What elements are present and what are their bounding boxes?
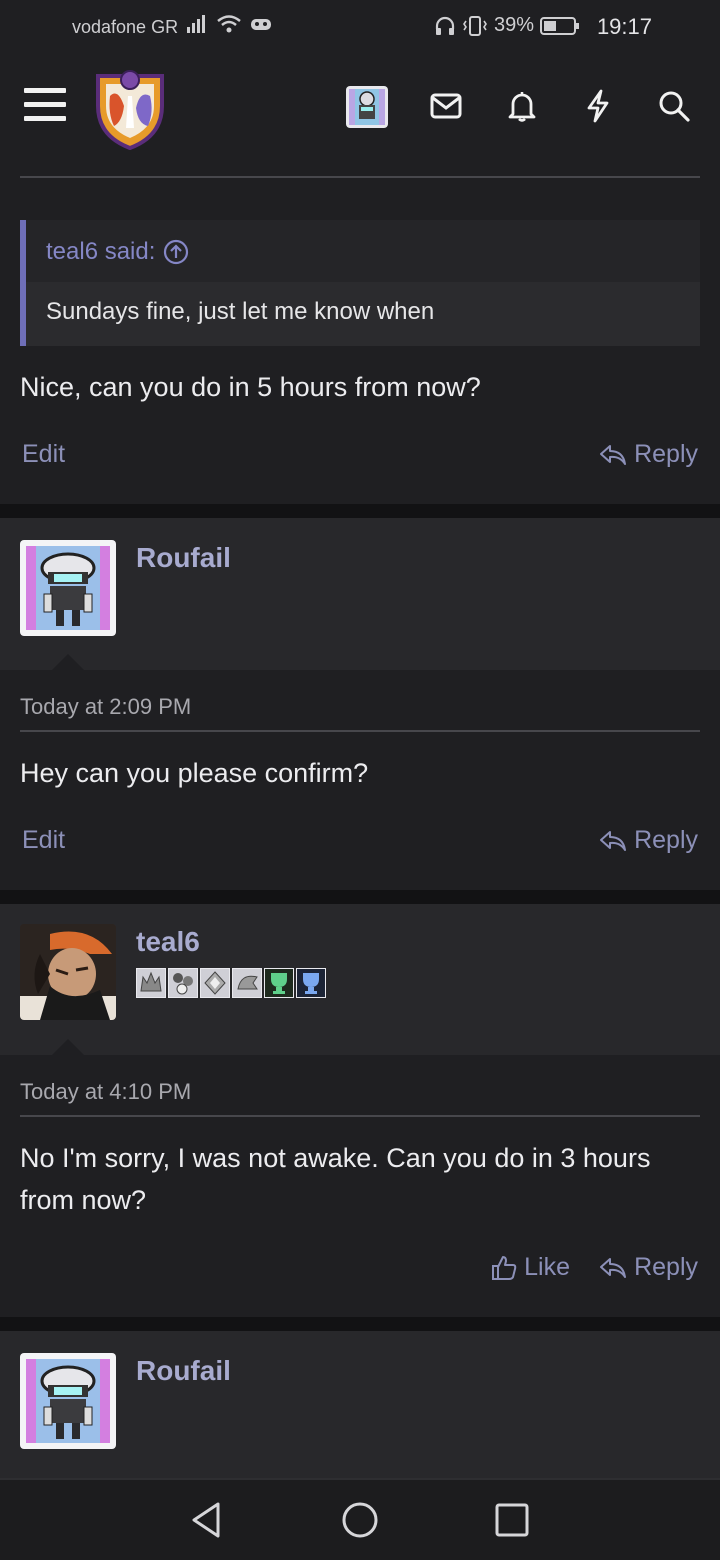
post-notch: [52, 654, 84, 670]
post-text: Nice, can you do in 5 hours from now?: [20, 372, 481, 402]
post-message: teal6 said: Sundays fine, just let me kn…: [0, 160, 720, 504]
bell-icon[interactable]: [500, 84, 544, 128]
post-user-header: Roufail: [0, 1331, 720, 1478]
quote-block: teal6 said: Sundays fine, just let me kn…: [20, 220, 700, 346]
top-navigation: [0, 56, 720, 160]
username[interactable]: Roufail: [136, 1355, 231, 1387]
system-navigation-bar: [0, 1478, 720, 1560]
reply-label: Reply: [634, 1253, 698, 1281]
post-divider: [20, 730, 700, 732]
bolt-icon[interactable]: [576, 84, 620, 128]
post-divider: [20, 1115, 700, 1117]
edit-label: Edit: [22, 440, 66, 468]
status-icons-left: [186, 14, 272, 34]
thread-content: teal6 said: Sundays fine, just let me kn…: [0, 160, 720, 1478]
edit-button[interactable]: Edit: [22, 440, 65, 469]
gamepad-icon: [251, 19, 271, 30]
thumbs-up-icon: [492, 1255, 517, 1280]
home-icon[interactable]: [340, 1500, 380, 1540]
username[interactable]: teal6: [136, 926, 200, 958]
badge-icon[interactable]: [200, 968, 230, 998]
clock: 19:17: [596, 14, 652, 39]
like-button[interactable]: Like: [490, 1253, 570, 1282]
edit-label: Edit: [22, 826, 66, 854]
reply-button[interactable]: Reply: [598, 826, 698, 855]
quote-content: Sundays fine, just let me know when: [26, 282, 700, 346]
menu-icon[interactable]: [24, 88, 66, 124]
quote-attribution[interactable]: teal6 said:: [46, 238, 189, 266]
status-bar: vodafone GR 39% 19:17: [0, 0, 720, 56]
quote-text: Sundays fine, just let me know when: [46, 298, 435, 325]
status-icons-right: 39%: [434, 14, 580, 37]
arrow-up-circle-icon[interactable]: [163, 239, 189, 265]
signal-icon: [187, 15, 205, 33]
post-divider: [20, 176, 700, 178]
badge-icon[interactable]: [168, 968, 198, 998]
reply-label: Reply: [634, 440, 698, 468]
reply-label: Reply: [634, 826, 698, 854]
site-logo[interactable]: [92, 66, 168, 150]
reply-button[interactable]: Reply: [598, 1253, 698, 1282]
avatar[interactable]: [20, 924, 116, 1020]
avatar[interactable]: [20, 540, 116, 636]
user-avatar[interactable]: [346, 86, 388, 128]
post-timestamp[interactable]: Today at 4:10 PM: [20, 1079, 191, 1105]
post-text: No I'm sorry, I was not awake. Can you d…: [20, 1143, 651, 1215]
vibrate-icon: [463, 15, 487, 36]
badge-list: [136, 968, 326, 998]
post-message: Today at 4:10 PM No I'm sorry, I was not…: [0, 1039, 720, 1317]
carrier-label: vodafone GR: [72, 17, 179, 37]
post-timestamp[interactable]: Today at 2:09 PM: [20, 694, 191, 720]
post-message: Today at 2:09 PM Hey can you please conf…: [0, 654, 720, 890]
battery-percent: 39%: [493, 14, 534, 36]
recents-icon[interactable]: [492, 1500, 532, 1540]
post-user-header: Roufail: [0, 518, 720, 670]
inbox-icon[interactable]: [424, 84, 468, 128]
badge-icon[interactable]: [264, 968, 294, 998]
post-notch: [52, 1039, 84, 1055]
reply-button[interactable]: Reply: [598, 440, 698, 469]
battery-icon: [540, 16, 579, 35]
edit-button[interactable]: Edit: [22, 826, 65, 855]
search-icon[interactable]: [652, 84, 696, 128]
like-label: Like: [524, 1253, 570, 1281]
badge-icon[interactable]: [296, 968, 326, 998]
badge-icon[interactable]: [136, 968, 166, 998]
quote-author[interactable]: teal6 said:: [46, 238, 155, 266]
headphones-icon: [435, 16, 455, 35]
wifi-icon: [217, 15, 241, 33]
post-text: Hey can you please confirm?: [20, 758, 369, 788]
post-user-header: teal6: [0, 904, 720, 1055]
avatar[interactable]: [20, 1353, 116, 1449]
reply-icon: [600, 444, 627, 465]
badge-icon[interactable]: [232, 968, 262, 998]
reply-icon: [600, 830, 627, 851]
username[interactable]: Roufail: [136, 542, 231, 574]
back-icon[interactable]: [188, 1500, 228, 1540]
reply-icon: [600, 1257, 627, 1278]
